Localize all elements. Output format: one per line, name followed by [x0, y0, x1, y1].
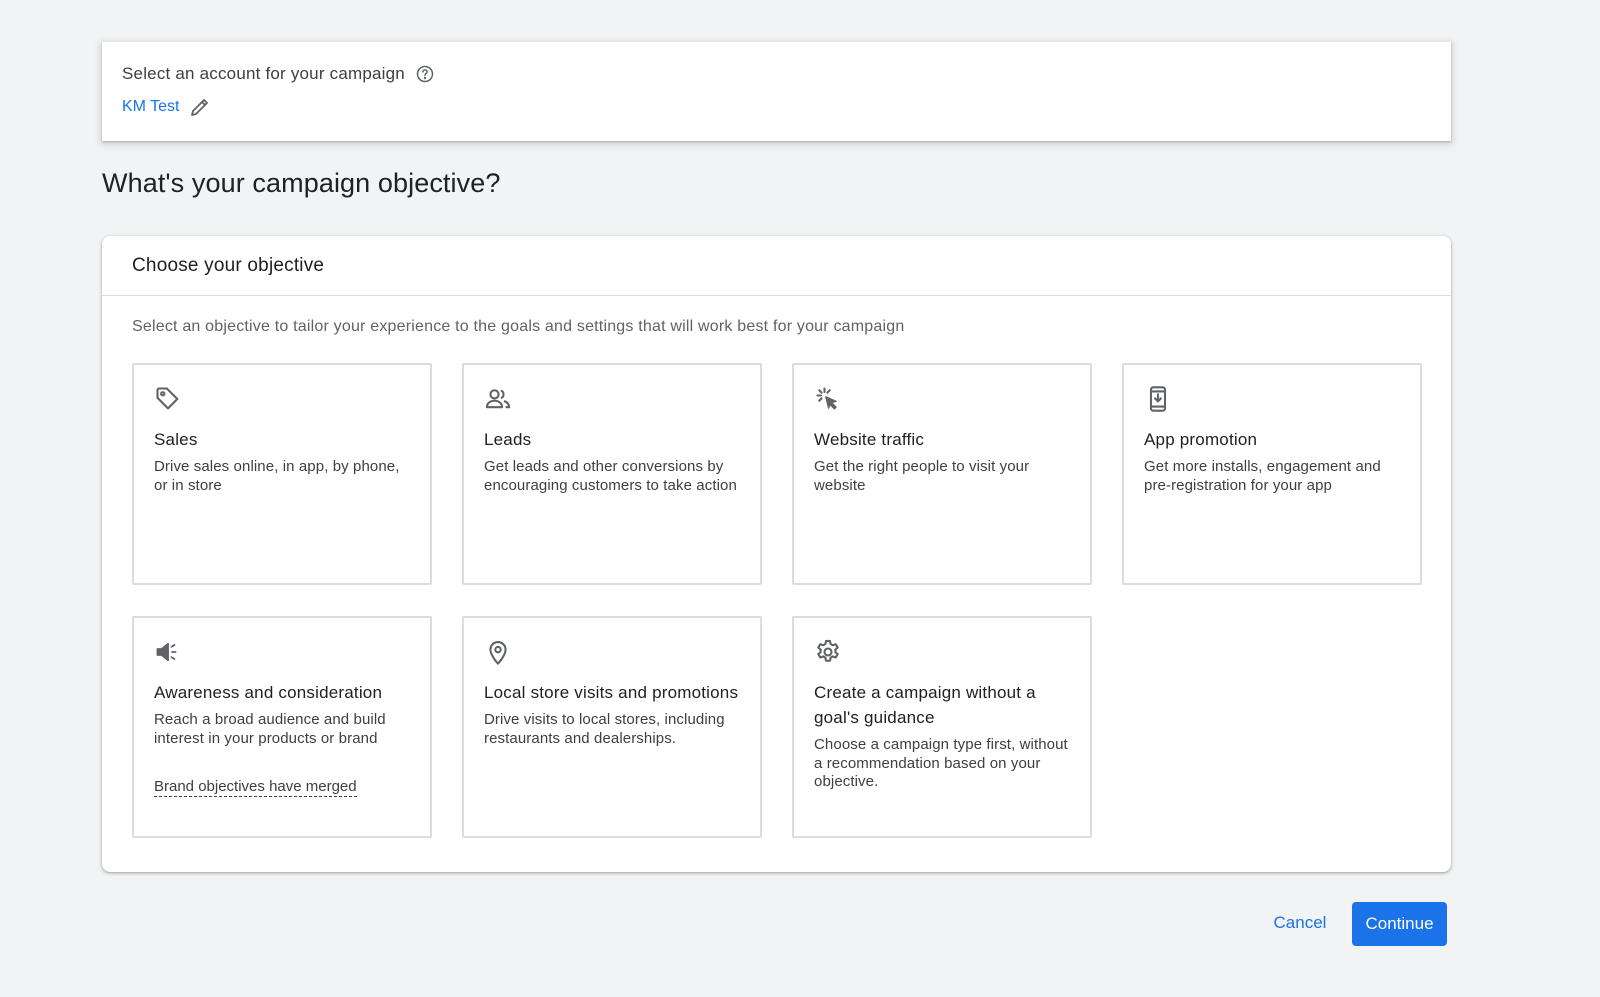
objective-panel: Choose your objective Select an objectiv…	[102, 236, 1451, 872]
panel-title: Choose your objective	[132, 254, 325, 276]
objective-title: Website traffic	[814, 430, 925, 449]
account-value-row: KM Test	[122, 94, 1431, 120]
megaphone-icon	[154, 638, 182, 666]
objective-title: Awareness and consideration	[154, 683, 383, 702]
account-label-row: Select an account for your campaign	[122, 62, 1431, 86]
objective-card-app-promotion[interactable]: App promotion Get more installs, engagem…	[1122, 363, 1422, 585]
objective-title: Local store visits and promotions	[484, 683, 739, 702]
objective-description: Get more installs, engagement and pre-re…	[1144, 458, 1381, 494]
account-selector-card: Select an account for your campaign KM T…	[102, 42, 1451, 141]
page: Select an account for your campaign KM T…	[0, 0, 1600, 997]
objective-title: Sales	[154, 430, 198, 449]
objective-description: Reach a broad audience and build interes…	[154, 711, 386, 747]
tag-icon	[154, 385, 182, 413]
objective-title: App promotion	[1144, 430, 1258, 449]
panel-subtitle: Select an objective to tailor your exper…	[132, 318, 905, 335]
people-icon	[484, 385, 512, 413]
page-title: What's your campaign objective?	[102, 168, 501, 198]
objective-description: Drive sales online, in app, by phone, or…	[154, 458, 400, 494]
objective-card-awareness[interactable]: Awareness and consideration Reach a broa…	[132, 616, 432, 838]
objective-title: Create a campaign without a goal's guida…	[814, 683, 1036, 727]
gear-icon	[814, 638, 842, 666]
location-pin-icon	[484, 638, 512, 666]
phone-download-icon	[1144, 385, 1172, 413]
objective-card-local-store[interactable]: Local store visits and promotions Drive …	[462, 616, 762, 838]
account-name-link[interactable]: KM Test	[122, 98, 180, 116]
objective-description: Drive visits to local stores, including …	[484, 711, 725, 747]
objective-card-leads[interactable]: Leads Get leads and other conversions by…	[462, 363, 762, 585]
pencil-icon[interactable]	[188, 95, 212, 119]
click-cursor-icon	[814, 385, 842, 413]
panel-header: Choose your objective	[102, 236, 1451, 296]
objective-description: Get the right people to visit your websi…	[814, 458, 1030, 494]
objective-card-website-traffic[interactable]: Website traffic Get the right people to …	[792, 363, 1092, 585]
continue-button[interactable]: Continue	[1352, 902, 1447, 946]
cancel-button[interactable]: Cancel	[1260, 902, 1340, 944]
objective-card-no-goal[interactable]: Create a campaign without a goal's guida…	[792, 616, 1092, 838]
objective-description: Get leads and other conversions by encou…	[484, 458, 737, 494]
objective-card-sales[interactable]: Sales Drive sales online, in app, by pho…	[132, 363, 432, 585]
objective-description: Choose a campaign type first, without a …	[814, 736, 1068, 790]
objective-title: Leads	[484, 430, 532, 449]
account-label: Select an account for your campaign	[122, 64, 405, 83]
help-circle-icon[interactable]	[415, 64, 435, 84]
brand-objectives-merged-link[interactable]: Brand objectives have merged	[154, 778, 357, 797]
